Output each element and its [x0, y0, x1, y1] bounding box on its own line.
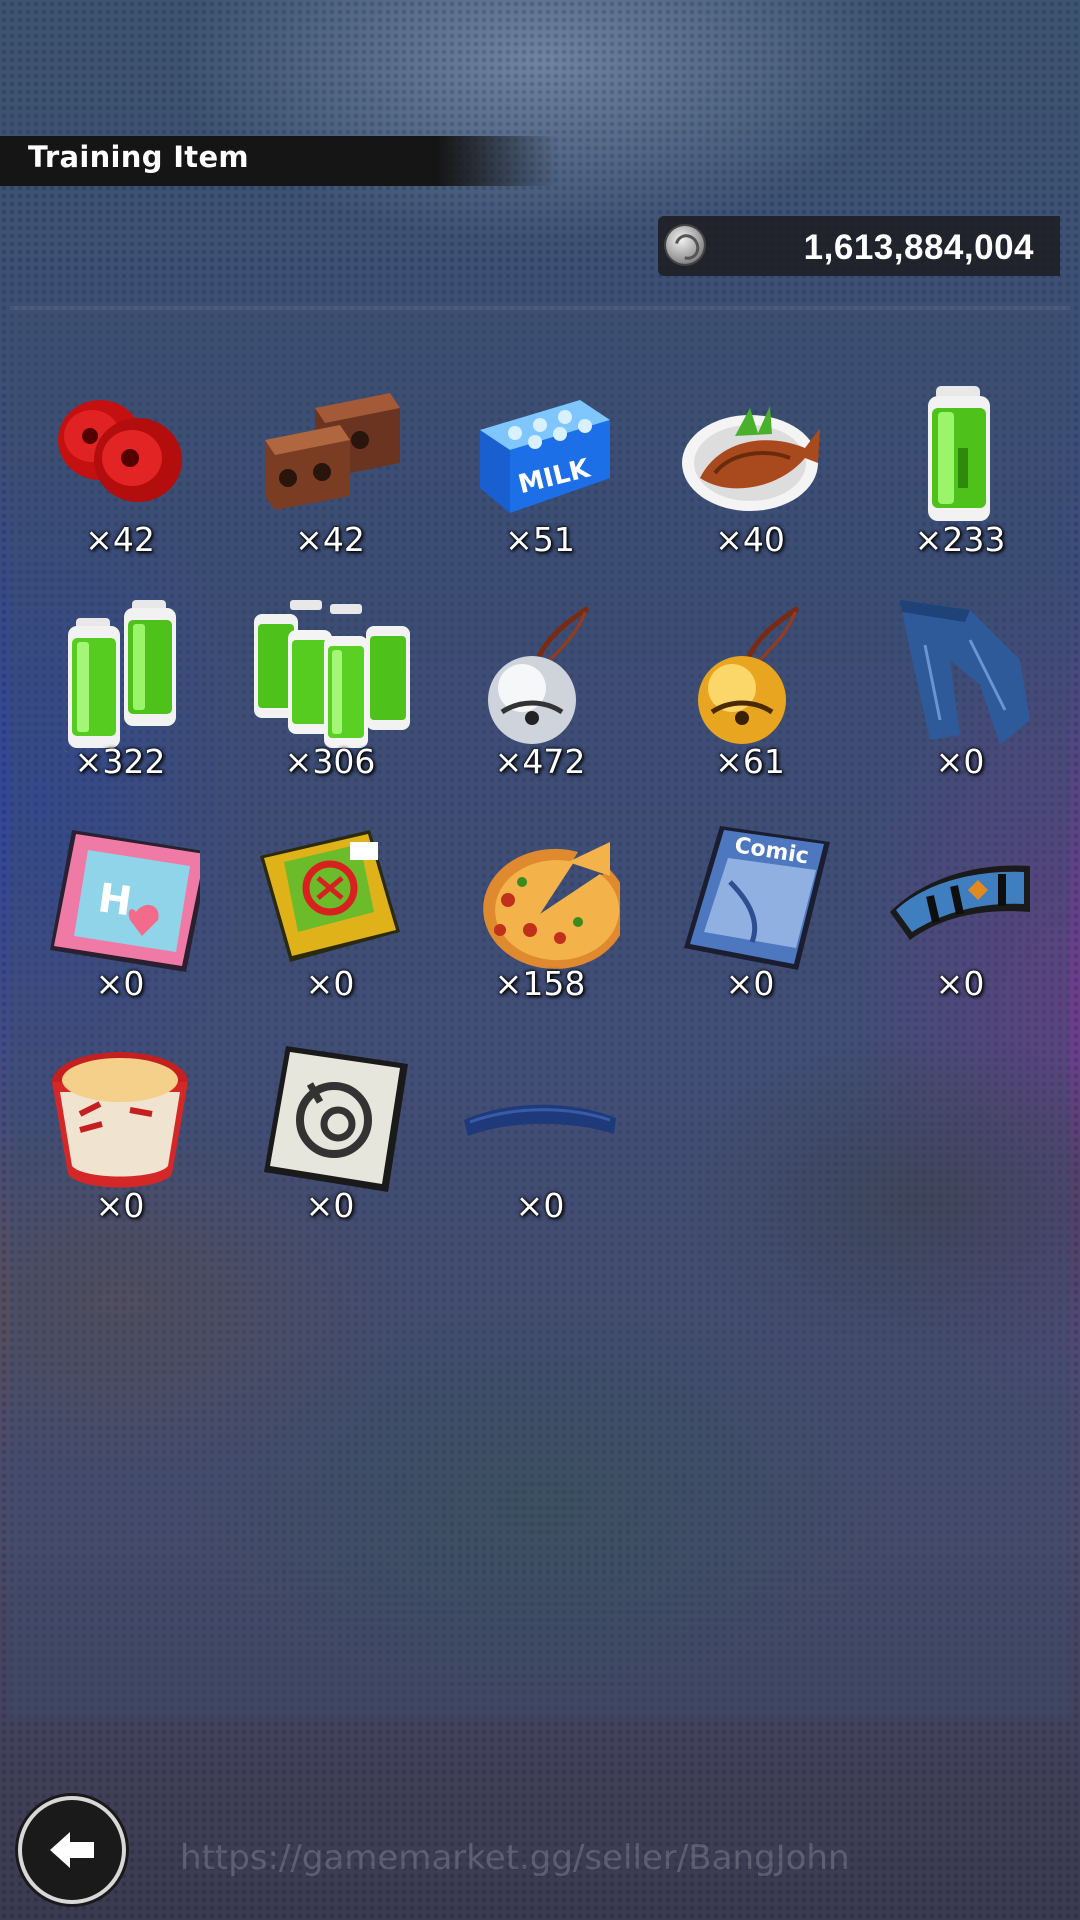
silver-bell-icon — [460, 600, 620, 750]
item-count: ×233 — [914, 520, 1006, 559]
battery-pack-icon — [250, 600, 410, 750]
brick-weights-icon — [250, 378, 410, 528]
item-count: ×0 — [95, 1186, 145, 1225]
item-gold-bell[interactable]: ×61 — [650, 600, 850, 810]
back-button[interactable] — [22, 1800, 122, 1900]
item-jeans[interactable]: ×0 — [860, 600, 1060, 810]
coin-icon — [666, 226, 704, 264]
milk-carton-icon: MILK — [460, 378, 620, 528]
item-count: ×0 — [305, 1186, 355, 1225]
item-milk[interactable]: MILK ×51 — [440, 378, 640, 588]
item-capsule-card[interactable]: ×0 — [230, 1044, 430, 1254]
page-title: Training Item — [28, 140, 249, 174]
item-silver-bell[interactable]: ×472 — [440, 600, 640, 810]
item-count: ×322 — [74, 742, 166, 781]
red-weights-icon — [40, 378, 200, 528]
magazine-icon: H — [40, 822, 200, 972]
jeans-icon — [880, 600, 1040, 750]
watermark: https://gamemarket.gg/seller/BangJohn — [180, 1838, 850, 1878]
book-icon — [250, 822, 410, 972]
item-count: ×61 — [715, 742, 785, 781]
battery-pair-icon — [40, 600, 200, 750]
item-red-weights[interactable]: ×42 — [20, 378, 220, 588]
item-count: ×306 — [284, 742, 376, 781]
battery-icon — [880, 378, 1040, 528]
item-count: ×42 — [295, 520, 365, 559]
svg-text:H: H — [95, 875, 135, 925]
item-blue-band[interactable]: ×0 — [440, 1044, 640, 1254]
item-comic[interactable]: Comic ×0 — [650, 822, 850, 1032]
item-count: ×0 — [935, 742, 985, 781]
comic-book-icon: Comic — [670, 822, 830, 972]
pizza-icon — [460, 822, 620, 972]
gold-bell-icon — [670, 600, 830, 750]
item-joke-book[interactable]: ×0 — [230, 822, 430, 1032]
item-count: ×0 — [95, 964, 145, 1003]
item-count: ×472 — [494, 742, 586, 781]
item-count: ×42 — [85, 520, 155, 559]
grilled-fish-icon — [670, 378, 830, 528]
item-battery-pair[interactable]: ×322 — [20, 600, 220, 810]
item-brick-weights[interactable]: ×42 — [230, 378, 430, 588]
item-grilled-fish[interactable]: ×40 — [650, 378, 850, 588]
capsule-card-icon — [250, 1044, 410, 1194]
item-pink-magazine[interactable]: H ×0 — [20, 822, 220, 1032]
item-count: ×51 — [505, 520, 575, 559]
item-battery[interactable]: ×233 — [860, 378, 1060, 588]
wristband-icon — [880, 822, 1040, 972]
item-count: ×0 — [725, 964, 775, 1003]
item-count: ×40 — [715, 520, 785, 559]
cup-noodle-icon — [40, 1044, 200, 1194]
item-count: ×0 — [935, 964, 985, 1003]
item-battery-pack[interactable]: ×306 — [230, 600, 430, 810]
item-count: ×158 — [494, 964, 586, 1003]
item-count: ×0 — [305, 964, 355, 1003]
item-count: ×0 — [515, 1186, 565, 1225]
panel-edge — [10, 306, 1070, 310]
item-wristband[interactable]: ×0 — [860, 822, 1060, 1032]
blue-band-icon — [460, 1044, 620, 1194]
item-cup-noodles[interactable]: ×0 — [20, 1044, 220, 1254]
item-pizza[interactable]: ×158 — [440, 822, 640, 1032]
currency-value: 1,613,884,004 — [803, 228, 1034, 267]
back-arrow-icon — [50, 1832, 94, 1868]
